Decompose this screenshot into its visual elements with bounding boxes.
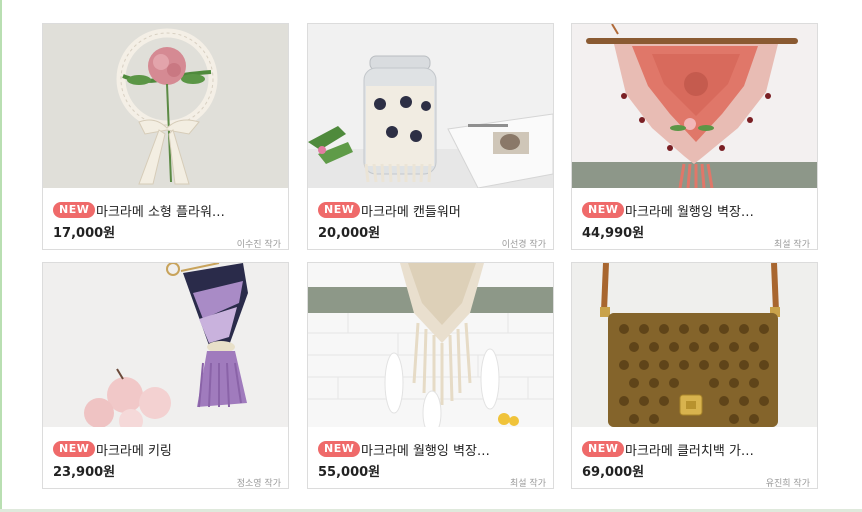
product-title[interactable]: 마크라메 소형 플라워…: [96, 201, 281, 220]
product-image[interactable]: [43, 263, 288, 427]
macrame-flower-wreath-photo-icon: [43, 24, 288, 188]
artist-name[interactable]: 최설 작가: [774, 237, 810, 249]
product-title[interactable]: 마크라메 클러치백 가…: [625, 440, 810, 459]
product-title[interactable]: 마크라메 월행잉 벽장…: [625, 201, 810, 220]
new-badge: NEW: [582, 441, 625, 457]
macrame-candle-warmer-photo-icon: [308, 24, 553, 188]
new-badge: NEW: [318, 202, 361, 218]
macrame-clutch-bag-photo-icon: [572, 263, 817, 427]
macrame-wall-hanging-pink-photo-icon: [572, 24, 817, 188]
product-image[interactable]: [308, 24, 553, 188]
product-image[interactable]: [572, 24, 817, 188]
artist-name[interactable]: 유진희 작가: [766, 476, 810, 488]
product-card[interactable]: NEW 마크라메 월행잉 벽장… 55,000원 최설 작가: [307, 262, 554, 489]
new-badge: NEW: [53, 441, 96, 457]
product-title[interactable]: 마크라메 캔들워머: [361, 201, 546, 220]
product-image[interactable]: [43, 24, 288, 188]
product-card[interactable]: NEW 마크라메 캔들워머 20,000원 이선경 작가: [307, 23, 554, 250]
product-price: 55,000원: [318, 465, 381, 480]
product-price: 69,000원: [582, 465, 645, 480]
product-card[interactable]: NEW 마크라메 키링 23,900원 정소영 작가: [42, 262, 289, 489]
product-title[interactable]: 마크라메 키링: [96, 440, 281, 459]
product-price: 23,900원: [53, 465, 116, 480]
artist-name[interactable]: 이선경 작가: [502, 237, 546, 249]
page-left-rule: [0, 0, 2, 512]
product-price: 44,990원: [582, 226, 645, 241]
product-price: 17,000원: [53, 226, 116, 241]
macrame-keyring-photo-icon: [43, 263, 288, 427]
product-image[interactable]: [572, 263, 817, 427]
product-card[interactable]: NEW 마크라메 소형 플라워… 17,000원 이수진 작가: [42, 23, 289, 250]
new-badge: NEW: [53, 202, 96, 218]
new-badge: NEW: [582, 202, 625, 218]
artist-name[interactable]: 이수진 작가: [237, 237, 281, 249]
product-card[interactable]: NEW 마크라메 클러치백 가… 69,000원 유진희 작가: [571, 262, 818, 489]
artist-name[interactable]: 정소영 작가: [237, 476, 281, 488]
macrame-wall-hanging-feathers-photo-icon: [308, 263, 553, 427]
product-price: 20,000원: [318, 226, 381, 241]
product-image[interactable]: [308, 263, 553, 427]
product-title[interactable]: 마크라메 월행잉 벽장…: [361, 440, 546, 459]
product-card[interactable]: NEW 마크라메 월행잉 벽장… 44,990원 최설 작가: [571, 23, 818, 250]
artist-name[interactable]: 최설 작가: [510, 476, 546, 488]
new-badge: NEW: [318, 441, 361, 457]
